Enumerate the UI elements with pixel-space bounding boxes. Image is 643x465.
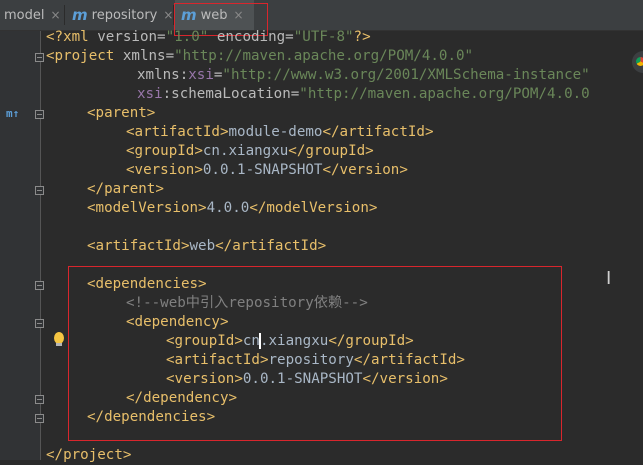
fold-marker[interactable] — [35, 110, 44, 119]
code-line-23: </project> — [46, 447, 132, 463]
code-line-7: <groupId>cn.xiangxu</groupId> — [126, 143, 374, 159]
tab-model[interactable]: model × — [4, 0, 61, 30]
line-gutter — [0, 31, 40, 460]
lightbulb-icon[interactable] — [54, 332, 64, 346]
annotation-box-dependencies — [68, 266, 562, 441]
close-icon[interactable]: × — [50, 8, 60, 22]
tab-repository[interactable]: m repository × — [72, 0, 173, 30]
code-line-3: xmlns:xsi="http://www.w3.org/2001/XMLSch… — [137, 67, 590, 83]
fold-marker[interactable] — [35, 395, 44, 404]
maven-module-icon: m — [72, 6, 88, 24]
maven-goal-icon[interactable]: m↑ — [6, 107, 19, 120]
text-cursor-icon: I — [606, 268, 612, 289]
fold-marker[interactable] — [35, 414, 44, 423]
code-line-12: <artifactId>web</artifactId> — [87, 238, 327, 254]
code-line-8: <version>0.0.1-SNAPSHOT</version> — [126, 162, 408, 178]
code-line-9: </parent> — [87, 181, 164, 197]
editor-tab-bar: model × m repository × m web × — [0, 0, 643, 31]
fold-marker[interactable] — [35, 53, 44, 62]
code-line-5: <parent> — [87, 105, 156, 121]
fold-marker[interactable] — [35, 186, 44, 195]
fold-marker[interactable] — [35, 319, 44, 328]
code-line-1: <?xml version="1.0" encoding="UTF-8"?> — [46, 29, 371, 45]
code-line-6: <artifactId>module-demo</artifactId> — [126, 124, 434, 140]
code-line-4: xsi:schemaLocation="http://maven.apache.… — [137, 86, 590, 102]
tab-label: model — [4, 7, 45, 23]
code-line-2: <project xmlns="http://maven.apache.org/… — [46, 48, 474, 64]
tab-divider — [64, 5, 65, 25]
fold-marker[interactable] — [35, 281, 44, 290]
tab-label: repository — [91, 7, 158, 23]
chrome-browser-icon[interactable] — [632, 51, 643, 73]
close-icon[interactable]: × — [163, 8, 173, 22]
code-line-10: <modelVersion>4.0.0</modelVersion> — [87, 200, 378, 216]
